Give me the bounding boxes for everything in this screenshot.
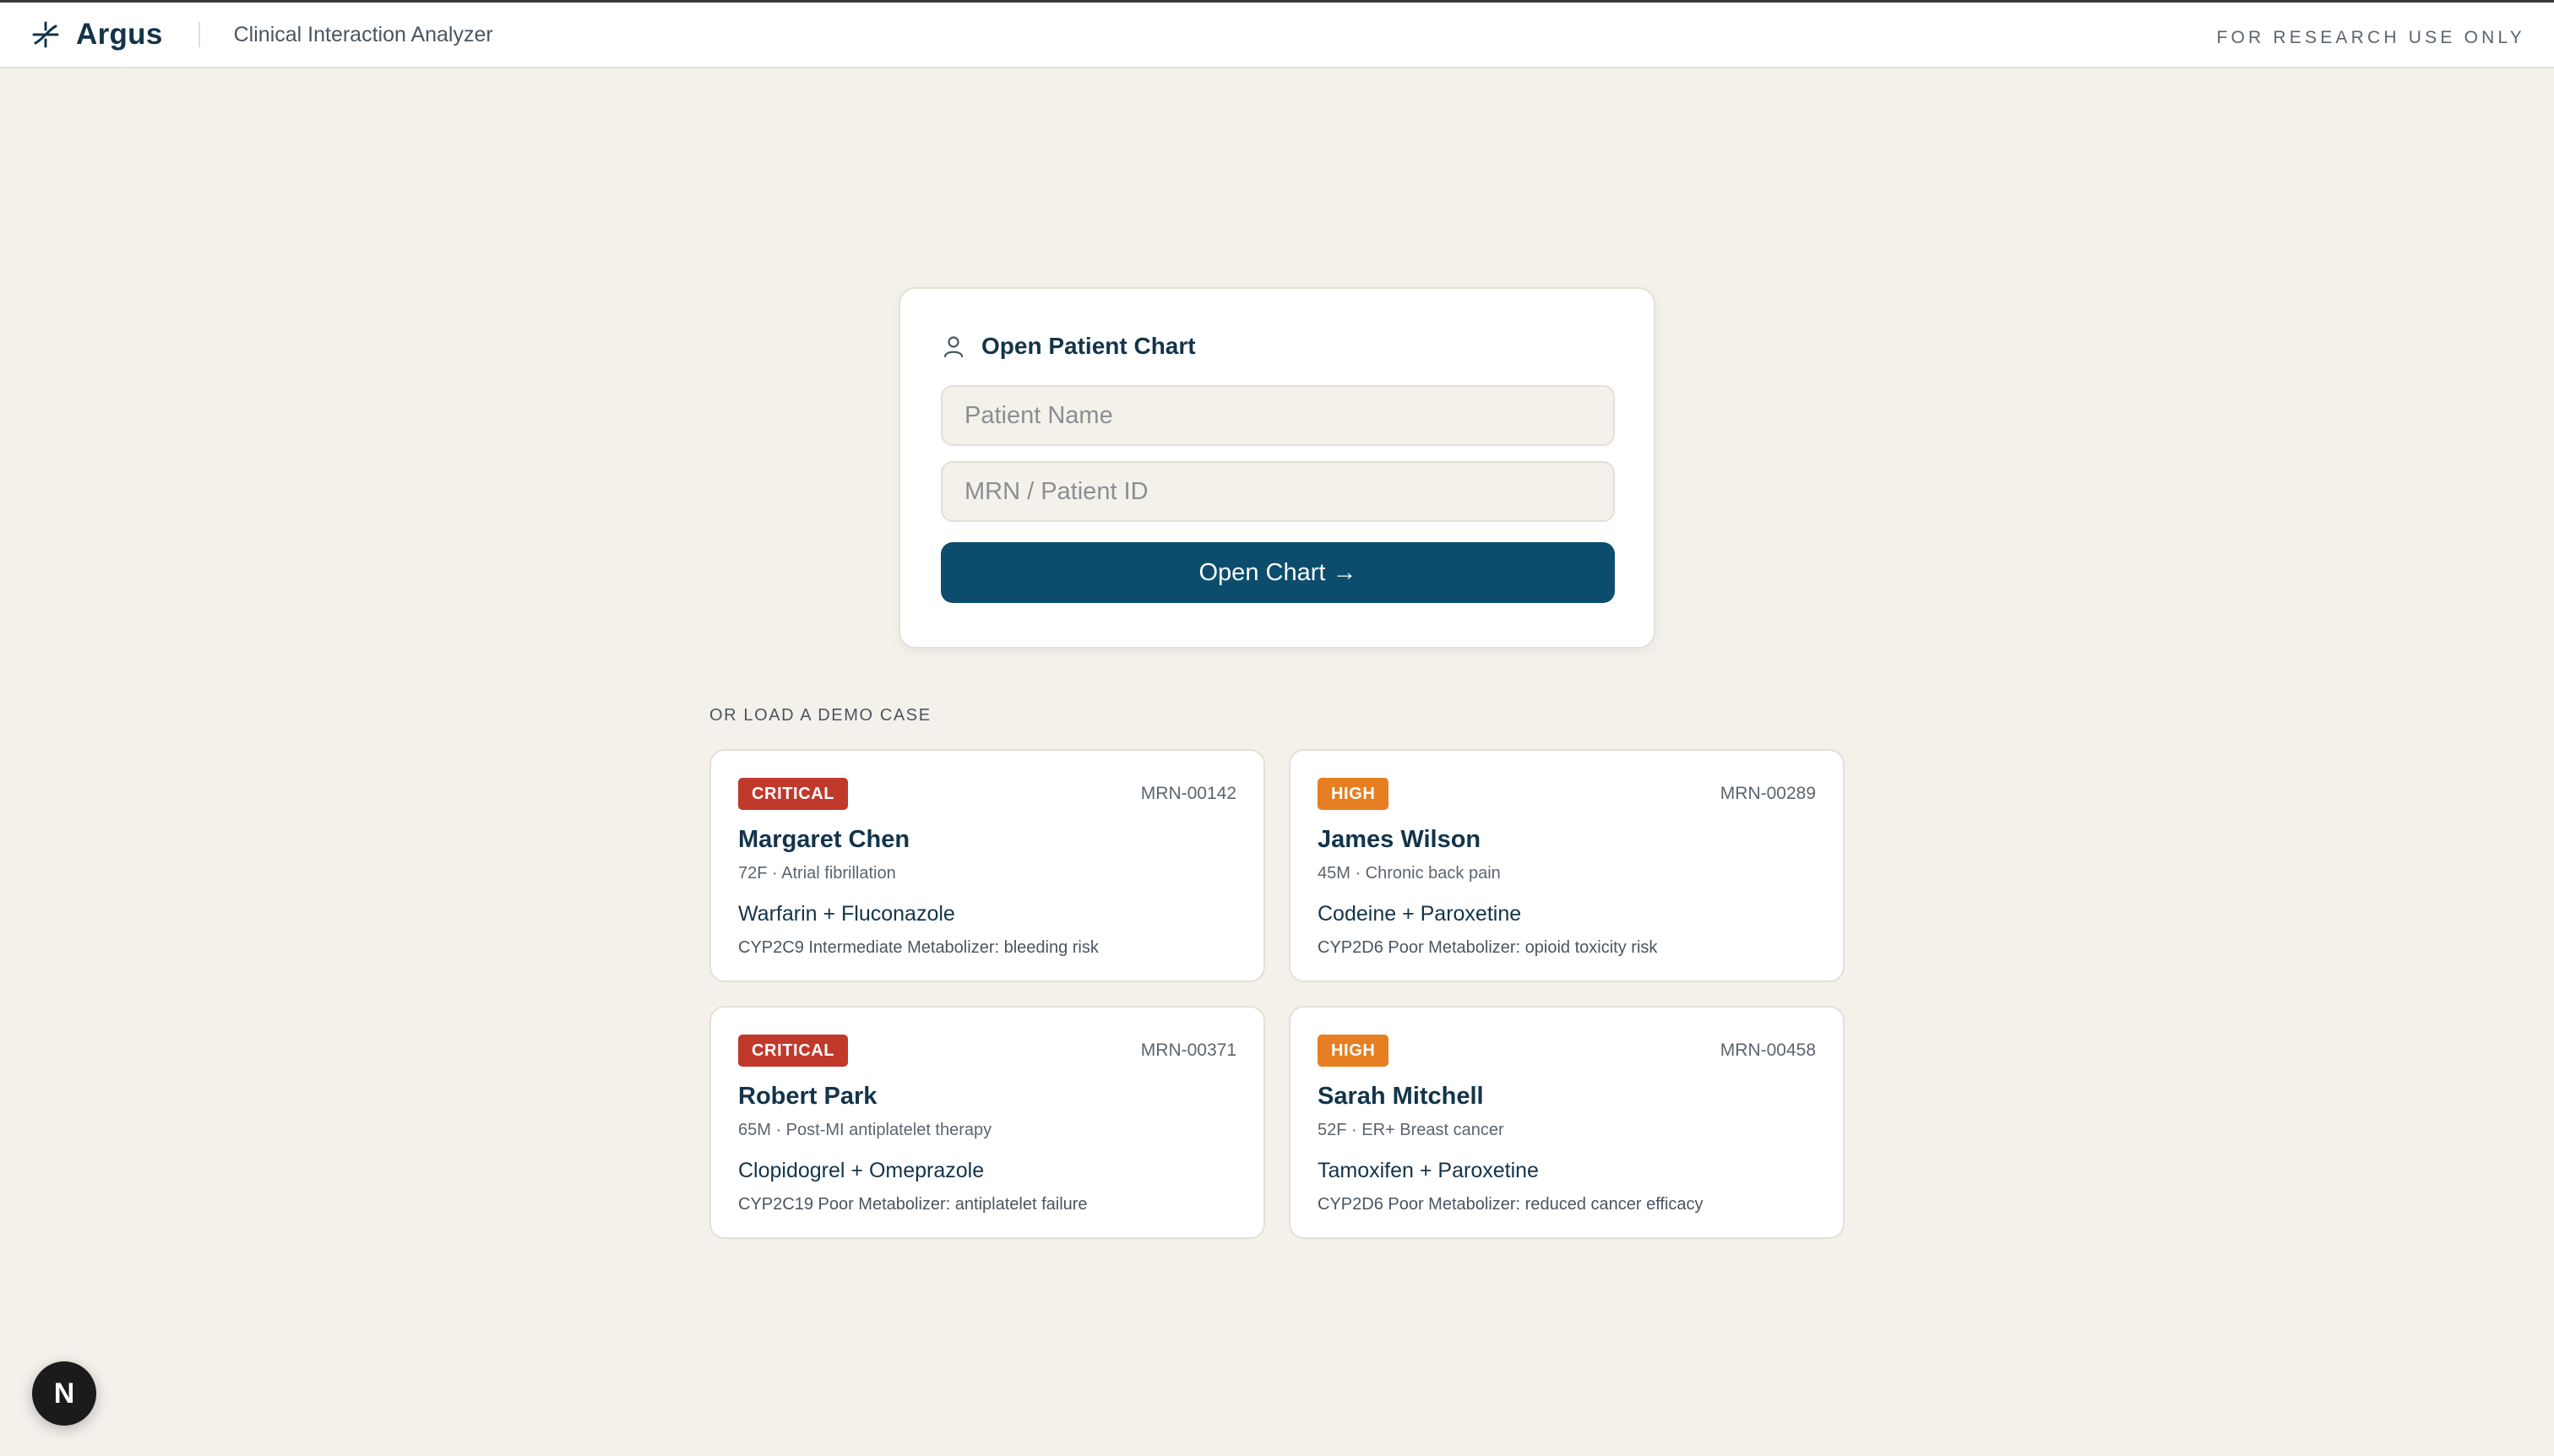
open-patient-chart-card: Open Patient Chart Open Chart → xyxy=(899,287,1655,649)
case-patient-info: 72F · Atrial fibrillation xyxy=(738,864,896,883)
demo-case-grid: CRITICAL MRN-00142 Margaret Chen 72F · A… xyxy=(709,749,1845,1239)
patient-name-input[interactable] xyxy=(941,385,1615,446)
case-mrn: MRN-00289 xyxy=(1720,784,1816,803)
case-drug-pair: Warfarin + Fluconazole xyxy=(738,902,955,926)
case-patient-name: Margaret Chen xyxy=(738,826,910,853)
case-mrn: MRN-00371 xyxy=(1140,1040,1236,1060)
demo-case-card[interactable]: CRITICAL MRN-00142 Margaret Chen 72F · A… xyxy=(709,749,1265,982)
demo-case-card[interactable]: HIGH MRN-00289 James Wilson 45M · Chroni… xyxy=(1289,749,1845,982)
card-header: Open Patient Chart xyxy=(941,333,1613,360)
case-patient-name: Robert Park xyxy=(738,1083,878,1110)
case-card-header: HIGH MRN-00289 xyxy=(1318,778,1816,810)
severity-badge: HIGH xyxy=(1318,1035,1389,1067)
demo-case-card[interactable]: CRITICAL MRN-00371 Robert Park 65M · Pos… xyxy=(709,1006,1265,1239)
case-card-header: CRITICAL MRN-00142 xyxy=(738,778,1236,810)
case-card-header: CRITICAL MRN-00371 xyxy=(738,1035,1236,1067)
card-title: Open Patient Chart xyxy=(981,333,1196,359)
severity-badge: HIGH xyxy=(1318,778,1389,810)
case-card-header: HIGH MRN-00458 xyxy=(1318,1035,1816,1067)
case-patient-info: 65M · Post-MI antiplatelet therapy xyxy=(738,1121,992,1139)
case-genotype-note: CYP2D6 Poor Metabolizer: opioid toxicity… xyxy=(1318,938,1658,957)
open-chart-button[interactable]: Open Chart → xyxy=(941,542,1615,603)
brand[interactable]: Argus xyxy=(29,18,163,52)
brand-divider xyxy=(198,22,200,47)
case-patient-info: 45M · Chronic back pain xyxy=(1318,864,1501,883)
severity-badge: CRITICAL xyxy=(738,778,849,810)
case-genotype-note: CYP2C19 Poor Metabolizer: antiplatelet f… xyxy=(738,1195,1088,1214)
case-genotype-note: CYP2D6 Poor Metabolizer: reduced cancer … xyxy=(1318,1195,1704,1214)
demo-case-card[interactable]: HIGH MRN-00458 Sarah Mitchell 52F · ER+ … xyxy=(1289,1006,1845,1239)
research-notice: FOR RESEARCH USE ONLY xyxy=(2216,28,2525,47)
person-icon xyxy=(943,336,964,358)
case-drug-pair: Codeine + Paroxetine xyxy=(1318,902,1522,926)
top-bar: Argus Clinical Interaction Analyzer FOR … xyxy=(0,0,2554,68)
demo-section-label: OR LOAD A DEMO CASE xyxy=(709,706,932,725)
dna-icon xyxy=(32,21,59,48)
case-genotype-note: CYP2C9 Intermediate Metabolizer: bleedin… xyxy=(738,938,1099,957)
case-mrn: MRN-00142 xyxy=(1140,784,1236,803)
case-patient-name: Sarah Mitchell xyxy=(1318,1083,1484,1110)
severity-badge: CRITICAL xyxy=(738,1035,849,1067)
case-drug-pair: Clopidogrel + Omeprazole xyxy=(738,1159,985,1182)
app-subtitle: Clinical Interaction Analyzer xyxy=(233,22,493,46)
case-mrn: MRN-00458 xyxy=(1720,1040,1816,1060)
case-patient-info: 52F · ER+ Breast cancer xyxy=(1318,1121,1504,1139)
dev-tools-badge[interactable]: N xyxy=(32,1361,96,1426)
case-drug-pair: Tamoxifen + Paroxetine xyxy=(1318,1159,1539,1182)
case-patient-name: James Wilson xyxy=(1318,826,1481,853)
mrn-input[interactable] xyxy=(941,461,1615,522)
brand-name: Argus xyxy=(76,18,163,51)
